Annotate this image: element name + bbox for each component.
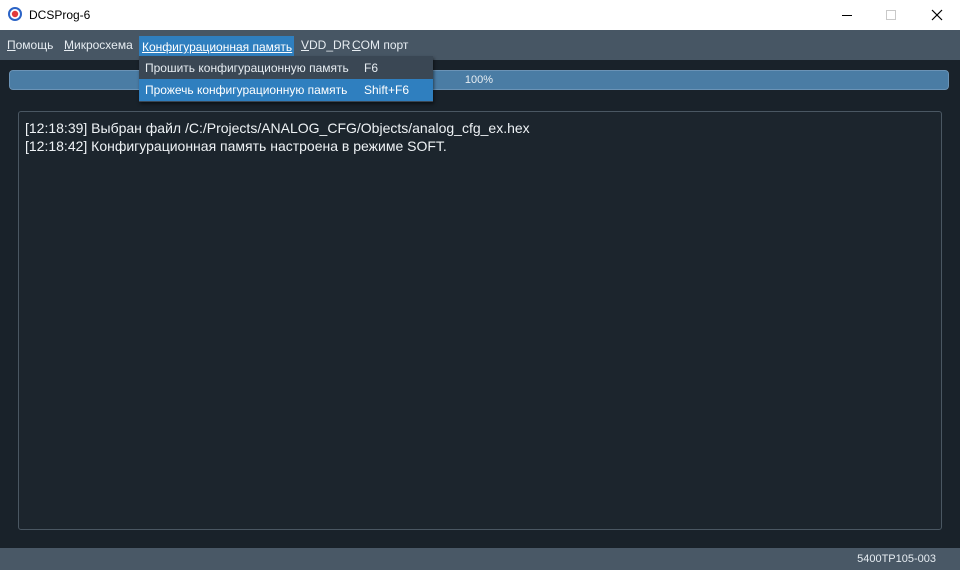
menu-item-burn-config[interactable]: Прожечь конфигурационную память Shift+F6 bbox=[139, 79, 433, 101]
window-title: DCSProg-6 bbox=[29, 8, 91, 22]
menu-help-accel: П bbox=[7, 38, 16, 52]
menu-item-label: Прожечь конфигурационную память bbox=[145, 83, 348, 97]
menu-item-label: Прошить конфигурационную память bbox=[145, 61, 349, 75]
menu-config-memory[interactable]: Конфигурационная память bbox=[139, 36, 295, 58]
log-line: [12:18:42] Конфигурационная память настр… bbox=[25, 138, 447, 154]
app-logo-icon bbox=[8, 7, 22, 21]
maximize-icon bbox=[886, 10, 896, 20]
menu-item-flash-config[interactable]: Прошить конфигурационную память F6 bbox=[139, 57, 433, 79]
menu-item-shortcut: F6 bbox=[364, 61, 379, 75]
status-bar: 5400TP105-003 bbox=[0, 548, 960, 570]
menu-vdd-dr-accel: V bbox=[301, 38, 310, 52]
close-icon bbox=[931, 9, 943, 21]
menu-com-port[interactable]: COM порт bbox=[352, 36, 408, 54]
menu-vdd-dr[interactable]: VDD_DR bbox=[301, 36, 350, 54]
menu-help-label: омощь bbox=[15, 38, 54, 52]
log-panel[interactable]: [12:18:39] Выбран файл /C:/Projects/ANAL… bbox=[18, 111, 942, 530]
menu-config-memory-label: онфигурационная память bbox=[149, 40, 293, 54]
maximize-button[interactable] bbox=[868, 0, 914, 30]
title-bar: DCSProg-6 bbox=[0, 0, 960, 30]
menu-item-shortcut: Shift+F6 bbox=[364, 83, 410, 97]
menu-config-memory-accel: К bbox=[142, 40, 149, 54]
menu-com-port-accel: C bbox=[352, 38, 361, 52]
menu-chip-label: икросхема bbox=[74, 38, 133, 52]
menu-chip[interactable]: Микросхема bbox=[64, 36, 133, 54]
menu-help[interactable]: Помощь bbox=[7, 36, 53, 54]
menu-com-port-label: OM порт bbox=[360, 38, 409, 52]
close-button[interactable] bbox=[914, 0, 960, 30]
minimize-button[interactable] bbox=[824, 0, 870, 30]
device-label: 5400TP105-003 bbox=[857, 553, 936, 565]
menu-vdd-dr-label: DD_DR bbox=[309, 38, 351, 52]
minimize-icon bbox=[842, 15, 852, 16]
menu-chip-accel: М bbox=[64, 38, 74, 52]
config-memory-dropdown: Прошить конфигурационную память F6 Проже… bbox=[139, 56, 433, 102]
log-line: [12:18:39] Выбран файл /C:/Projects/ANAL… bbox=[25, 120, 530, 136]
